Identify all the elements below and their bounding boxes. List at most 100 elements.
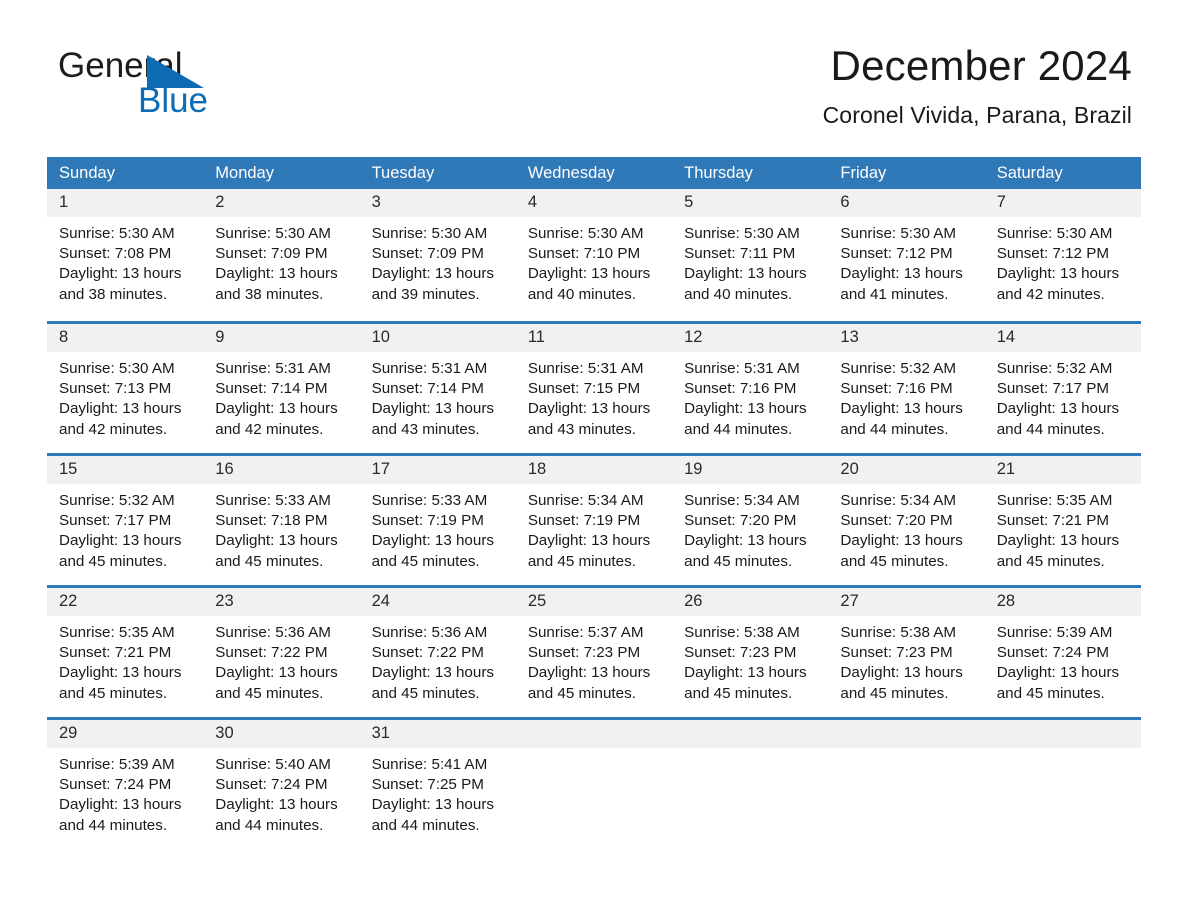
calendar-day-cell[interactable]: 5 Sunrise: 5:30 AM Sunset: 7:11 PM Daylight… (672, 189, 829, 321)
day-number: 23 (203, 588, 360, 616)
daylight-text-line1: Daylight: 13 hours (59, 265, 182, 283)
day-number: 3 (359, 189, 516, 217)
daylight-text-line1: Daylight: 13 hours (996, 664, 1120, 682)
logo-triangle-icon (147, 55, 204, 92)
weekday-header-monday: Monday (215, 164, 274, 182)
calendar-week-row: 15 Sunrise: 5:32 AM Sunset: 7:17 PM Dayligh… (47, 453, 1141, 585)
calendar-day-cell[interactable]: 15 Sunrise: 5:32 AM Sunset: 7:17 PM Dayligh… (47, 456, 204, 585)
sunset-text: Sunset: 7:23 PM (840, 644, 953, 662)
calendar-day-cell[interactable]: 25 Sunrise: 5:37 AM Sunset: 7:23 PM Dayligh… (515, 588, 673, 717)
daylight-text-line2: and 38 minutes. (59, 285, 168, 303)
sunset-text: Sunset: 7:16 PM (684, 380, 797, 398)
calendar-day-cell[interactable]: 22 Sunrise: 5:35 AM Sunset: 7:21 PM Dayligh… (47, 588, 204, 717)
daylight-text-line1: Daylight: 13 hours (59, 796, 182, 814)
calendar-day-cell[interactable]: 29 Sunrise: 5:39 AM Sunset: 7:24 PM Dayligh… (47, 720, 204, 849)
day-number: 22 (47, 588, 204, 616)
daylight-text-line1: Daylight: 13 hours (371, 400, 494, 418)
day-number: 30 (203, 720, 360, 748)
calendar-day-cell[interactable]: 28 Sunrise: 5:39 AM Sunset: 7:24 PM Dayligh… (984, 588, 1141, 717)
calendar-day-cell[interactable]: 24 Sunrise: 5:36 AM Sunset: 7:22 PM Dayligh… (359, 588, 516, 717)
sunrise-text: Sunrise: 5:30 AM (59, 225, 175, 242)
calendar-day-cell[interactable]: 2 Sunrise: 5:30 AM Sunset: 7:09 PM Daylight… (203, 189, 360, 321)
calendar-day-cell[interactable]: 6 Sunrise: 5:30 AM Sunset: 7:12 PM Daylight… (828, 189, 985, 321)
daylight-text-line2: and 45 minutes. (527, 684, 636, 702)
daylight-text-line2: and 40 minutes. (527, 285, 636, 303)
weekday-header-row: Sunday Monday Tuesday Wednesday Thursday… (47, 157, 1141, 189)
day-details: Sunrise: 5:35 AM Sunset: 7:21 PM Daylight:… (47, 616, 203, 704)
day-number: 11 (515, 324, 673, 352)
daylight-text-line2: and 40 minutes. (684, 285, 793, 303)
day-number: 15 (47, 456, 204, 484)
sunrise-text: Sunrise: 5:31 AM (684, 360, 800, 377)
sunset-text: Sunset: 7:19 PM (527, 512, 641, 530)
calendar-day-cell[interactable]: 17 Sunrise: 5:33 AM Sunset: 7:19 PM Dayligh… (359, 456, 516, 585)
calendar-day-cell[interactable]: 10 Sunrise: 5:31 AM Sunset: 7:14 PM Dayligh… (359, 324, 516, 453)
calendar-day-cell[interactable]: 31 Sunrise: 5:41 AM Sunset: 7:25 PM Dayligh… (359, 720, 516, 849)
day-number: 25 (515, 588, 673, 616)
general-blue-logo[interactable]: General Blue (58, 48, 318, 118)
day-details: Sunrise: 5:35 AM Sunset: 7:21 PM Daylight:… (985, 484, 1141, 572)
calendar-day-cell[interactable]: 12 Sunrise: 5:31 AM Sunset: 7:16 PM Dayligh… (672, 324, 829, 453)
sunrise-text: Sunrise: 5:34 AM (527, 492, 644, 509)
calendar-day-cell[interactable]: 11 Sunrise: 5:31 AM Sunset: 7:15 PM Dayligh… (515, 324, 673, 453)
calendar-day-cell[interactable]: 30 Sunrise: 5:40 AM Sunset: 7:24 PM Dayligh… (203, 720, 360, 849)
sunrise-text: Sunrise: 5:36 AM (215, 624, 331, 641)
day-details: Sunrise: 5:30 AM Sunset: 7:11 PM Daylight:… (672, 217, 828, 305)
calendar-day-cell[interactable]: 4 Sunrise: 5:30 AM Sunset: 7:10 PM Daylight… (515, 189, 673, 321)
sunset-text: Sunset: 7:10 PM (527, 245, 641, 263)
calendar-day-cell[interactable]: 9 Sunrise: 5:31 AM Sunset: 7:14 PM Daylight… (203, 324, 360, 453)
day-details: Sunrise: 5:34 AM Sunset: 7:20 PM Daylight:… (828, 484, 984, 572)
calendar-day-cell[interactable]: 3 Sunrise: 5:30 AM Sunset: 7:09 PM Daylight… (359, 189, 516, 321)
sunset-text: Sunset: 7:21 PM (996, 512, 1109, 530)
sunset-text: Sunset: 7:24 PM (996, 644, 1109, 662)
calendar-day-cell[interactable]: 1 Sunrise: 5:30 AM Sunset: 7:08 PM Daylight… (47, 189, 204, 321)
daylight-text-line2: and 45 minutes. (527, 552, 636, 570)
day-number: 16 (203, 456, 360, 484)
calendar-day-cell[interactable]: 27 Sunrise: 5:38 AM Sunset: 7:23 PM Dayligh… (828, 588, 985, 717)
daylight-text-line1: Daylight: 13 hours (527, 265, 651, 283)
daylight-text-line1: Daylight: 13 hours (215, 796, 338, 814)
sunrise-text: Sunrise: 5:35 AM (59, 624, 175, 641)
day-details: Sunrise: 5:30 AM Sunset: 7:12 PM Daylight:… (828, 217, 984, 305)
day-number: 19 (672, 456, 829, 484)
calendar-day-cell[interactable]: 19 Sunrise: 5:34 AM Sunset: 7:20 PM Dayligh… (672, 456, 829, 585)
calendar-day-cell[interactable]: 13 Sunrise: 5:32 AM Sunset: 7:16 PM Dayligh… (828, 324, 985, 453)
day-details: Sunrise: 5:39 AM Sunset: 7:24 PM Daylight:… (47, 748, 203, 836)
calendar-day-cell-empty (828, 720, 985, 849)
calendar-day-cell-empty (672, 720, 829, 849)
calendar-day-cell[interactable]: 7 Sunrise: 5:30 AM Sunset: 7:12 PM Daylight… (984, 189, 1141, 321)
day-number: 28 (984, 588, 1141, 616)
calendar-day-cell[interactable]: 20 Sunrise: 5:34 AM Sunset: 7:20 PM Dayligh… (828, 456, 985, 585)
sunset-text: Sunset: 7:25 PM (371, 776, 484, 794)
weekday-header-sunday: Sunday (59, 164, 115, 182)
daylight-text-line1: Daylight: 13 hours (840, 265, 963, 283)
daylight-text-line2: and 44 minutes. (684, 420, 793, 438)
sunset-text: Sunset: 7:11 PM (684, 245, 796, 263)
daylight-text-line2: and 45 minutes. (371, 684, 480, 702)
daylight-text-line2: and 45 minutes. (684, 684, 793, 702)
day-number: 29 (47, 720, 204, 748)
calendar-day-cell[interactable]: 8 Sunrise: 5:30 AM Sunset: 7:13 PM Daylight… (47, 324, 204, 453)
daylight-text-line2: and 44 minutes. (215, 816, 324, 834)
day-number: 18 (515, 456, 673, 484)
calendar-day-cell[interactable]: 26 Sunrise: 5:38 AM Sunset: 7:23 PM Dayligh… (672, 588, 829, 717)
calendar-week-row: 1 Sunrise: 5:30 AM Sunset: 7:08 PM Daylight… (47, 189, 1141, 321)
daylight-text-line1: Daylight: 13 hours (527, 400, 651, 418)
daylight-text-line2: and 42 minutes. (59, 420, 168, 438)
sunrise-text: Sunrise: 5:30 AM (527, 225, 644, 242)
calendar-day-cell[interactable]: 21 Sunrise: 5:35 AM Sunset: 7:21 PM Dayligh… (984, 456, 1141, 585)
calendar-day-cell[interactable]: 18 Sunrise: 5:34 AM Sunset: 7:19 PM Dayligh… (515, 456, 673, 585)
daylight-text-line2: and 44 minutes. (371, 816, 480, 834)
calendar-day-cell[interactable]: 16 Sunrise: 5:33 AM Sunset: 7:18 PM Dayligh… (203, 456, 360, 585)
calendar-day-cell[interactable]: 23 Sunrise: 5:36 AM Sunset: 7:22 PM Dayligh… (203, 588, 360, 717)
sunrise-text: Sunrise: 5:37 AM (527, 624, 644, 641)
sunrise-text: Sunrise: 5:41 AM (371, 756, 488, 773)
calendar-day-cell[interactable]: 14 Sunrise: 5:32 AM Sunset: 7:17 PM Dayligh… (984, 324, 1141, 453)
daylight-text-line2: and 45 minutes. (59, 552, 168, 570)
sunset-text: Sunset: 7:19 PM (371, 512, 484, 530)
daylight-text-line2: and 45 minutes. (996, 684, 1105, 702)
daylight-text-line2: and 45 minutes. (59, 684, 168, 702)
day-details: Sunrise: 5:31 AM Sunset: 7:14 PM Daylight:… (360, 352, 516, 440)
day-details: Sunrise: 5:30 AM Sunset: 7:08 PM Daylight:… (47, 217, 203, 305)
daylight-text-line2: and 43 minutes. (371, 420, 480, 438)
